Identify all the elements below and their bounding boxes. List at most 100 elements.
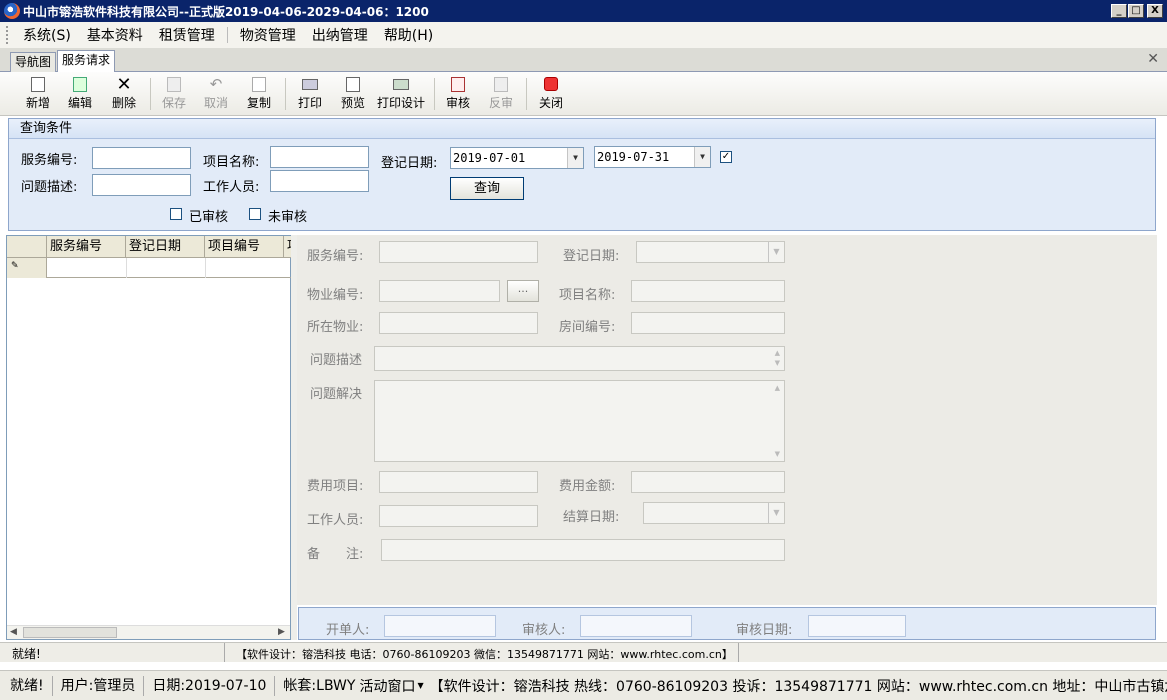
tab-navigation[interactable]: 导航图 (10, 52, 57, 72)
active-window-menu[interactable]: 活动窗口 (359, 676, 417, 696)
form-project-name-input[interactable] (631, 280, 785, 302)
close-tab-icon[interactable]: ✕ (1147, 51, 1159, 67)
status-bar: 就绪! 用户:管理员 日期:2019-07-10 帐套:LBWY 活动窗口 ▼ 【… (0, 670, 1167, 700)
copy-label: 复制 (246, 96, 271, 110)
print-design-button[interactable]: 打印设计 (376, 74, 426, 114)
scroll-down-icon[interactable]: ▼ (775, 450, 780, 458)
close-button[interactable]: 关闭 (535, 74, 567, 114)
unaudit-button[interactable]: 反审 (485, 74, 517, 114)
print-button[interactable]: 打印 (294, 74, 326, 114)
close-window-button[interactable]: X (1147, 4, 1163, 18)
audit-button[interactable]: 审核 (442, 74, 474, 114)
form-property-no-input[interactable] (379, 280, 500, 302)
preview-button[interactable]: 预览 (337, 74, 369, 114)
browse-button[interactable]: ... (507, 280, 539, 302)
audited-checkbox[interactable] (170, 208, 182, 220)
grid-corner (7, 236, 47, 258)
preview-icon (346, 76, 360, 92)
scroll-thumb[interactable] (23, 627, 117, 638)
status-info: 【软件设计：镕浩科技 热线：0760-86109203 投诉：135498717… (429, 678, 1167, 695)
undo-icon: ↶ (209, 75, 223, 93)
query-panel: 查询条件 服务编号: 项目名称: 登记日期: 2019-07-01 ▼ 2019-… (8, 118, 1156, 231)
worker-input[interactable] (270, 170, 369, 192)
scroll-left-icon[interactable]: ◀ (10, 627, 17, 637)
form-note-input[interactable] (381, 539, 785, 561)
menu-lease[interactable]: 租赁管理 (151, 25, 223, 45)
status-date: 日期:2019-07-10 (144, 675, 276, 696)
save-button[interactable]: 保存 (158, 74, 190, 114)
title-bar: 中山市镕浩软件科技有限公司--正式版2019-04-06-2029-04-06：… (0, 0, 1167, 22)
edit-button[interactable]: 编辑 (64, 74, 96, 114)
search-button[interactable]: 查询 (450, 177, 524, 200)
service-no-input[interactable] (92, 147, 191, 169)
status-divider (738, 643, 739, 662)
maximize-button[interactable]: □ (1128, 4, 1144, 18)
form-settle-date-select[interactable]: ▼ (643, 502, 785, 524)
chevron-down-icon[interactable]: ▼ (768, 503, 784, 523)
form-room-no-input[interactable] (631, 312, 785, 334)
creator-input[interactable] (384, 615, 496, 637)
copy-button[interactable]: 复制 (243, 74, 275, 114)
edit-icon (73, 76, 87, 92)
new-button[interactable]: 新增 (22, 74, 54, 114)
chevron-down-icon[interactable]: ▼ (694, 147, 710, 167)
service-grid[interactable]: 服务编号 登记日期 项目编号 项 ✎ (6, 235, 292, 640)
menu-system[interactable]: 系统(S) (15, 25, 79, 45)
col-header-service-no[interactable]: 服务编号 (47, 236, 126, 258)
form-fee-amount-input[interactable] (631, 471, 785, 493)
printer-icon (302, 78, 318, 90)
scroll-up-icon[interactable]: ▲ (775, 384, 780, 392)
cancel-button[interactable]: ↶ 取消 (200, 74, 232, 114)
problem-label: 问题描述: (21, 180, 78, 195)
date-filter-checkbox[interactable]: ✓ (720, 151, 732, 163)
delete-label: 删除 (111, 96, 136, 110)
auditor-input[interactable] (580, 615, 692, 637)
spin-icon[interactable]: ▲ ▼ (775, 348, 780, 368)
tab-service-request[interactable]: 服务请求 (57, 50, 116, 72)
form-solution-label: 问题解决 (310, 387, 363, 402)
date-to-select[interactable]: 2019-07-31 ▼ (594, 146, 711, 168)
form-problem-label: 问题描述 (310, 353, 363, 368)
audit-date-input[interactable] (808, 615, 906, 637)
problem-input[interactable] (92, 174, 191, 196)
col-header-reg-date[interactable]: 登记日期 (126, 236, 205, 258)
cancel-label: 取消 (203, 96, 228, 110)
project-name-label: 项目名称: (203, 155, 260, 170)
menu-basic-data[interactable]: 基本资料 (79, 25, 151, 45)
chevron-down-icon[interactable]: ▼ (768, 242, 784, 262)
unaudited-label: 未审核 (268, 210, 308, 225)
form-reg-date-select[interactable]: ▼ (636, 241, 785, 263)
scroll-right-icon[interactable]: ▶ (278, 627, 285, 637)
menu-cashier[interactable]: 出纳管理 (304, 25, 376, 45)
form-problem-input[interactable]: ▲ ▼ (374, 346, 785, 371)
form-worker-input[interactable] (379, 505, 538, 527)
toolbar: 新增 编辑 ✕ 删除 保存 ↶ 取消 复制 打印 预览 打印设计 审核 反审 关闭 (0, 72, 1167, 116)
menu-materials[interactable]: 物资管理 (232, 25, 304, 45)
chevron-down-icon[interactable]: ▼ (417, 681, 423, 690)
minimize-button[interactable]: _ (1111, 4, 1127, 18)
edit-label: 编辑 (67, 96, 92, 110)
form-property-no-label: 物业编号: (307, 288, 364, 303)
form-solution-textarea[interactable]: ▲ ▼ (374, 380, 785, 462)
form-fee-item-input[interactable] (379, 471, 538, 493)
delete-button[interactable]: ✕ 删除 (108, 74, 140, 114)
table-row[interactable]: ✎ (7, 258, 292, 278)
unaudit-icon (494, 76, 508, 92)
grid-horizontal-scrollbar[interactable]: ◀ ▶ (7, 625, 290, 639)
date-from-select[interactable]: 2019-07-01 ▼ (450, 147, 584, 169)
close-label: 关闭 (538, 96, 563, 110)
menu-help[interactable]: 帮助(H) (376, 25, 441, 45)
status-divider (224, 643, 225, 662)
new-doc-icon (31, 76, 45, 92)
worker-label: 工作人员: (203, 180, 260, 195)
form-service-no-input[interactable] (379, 241, 538, 263)
col-header-project-no[interactable]: 项目编号 (205, 236, 284, 258)
reg-date-label: 登记日期: (381, 156, 438, 171)
form-property-input[interactable] (379, 312, 538, 334)
chevron-down-icon[interactable]: ▼ (567, 148, 583, 168)
project-name-input[interactable] (270, 146, 369, 168)
audit-icon (451, 76, 465, 92)
unaudited-checkbox[interactable] (249, 208, 261, 220)
form-project-name-label: 项目名称: (559, 288, 616, 303)
creator-label: 开单人: (326, 623, 370, 638)
